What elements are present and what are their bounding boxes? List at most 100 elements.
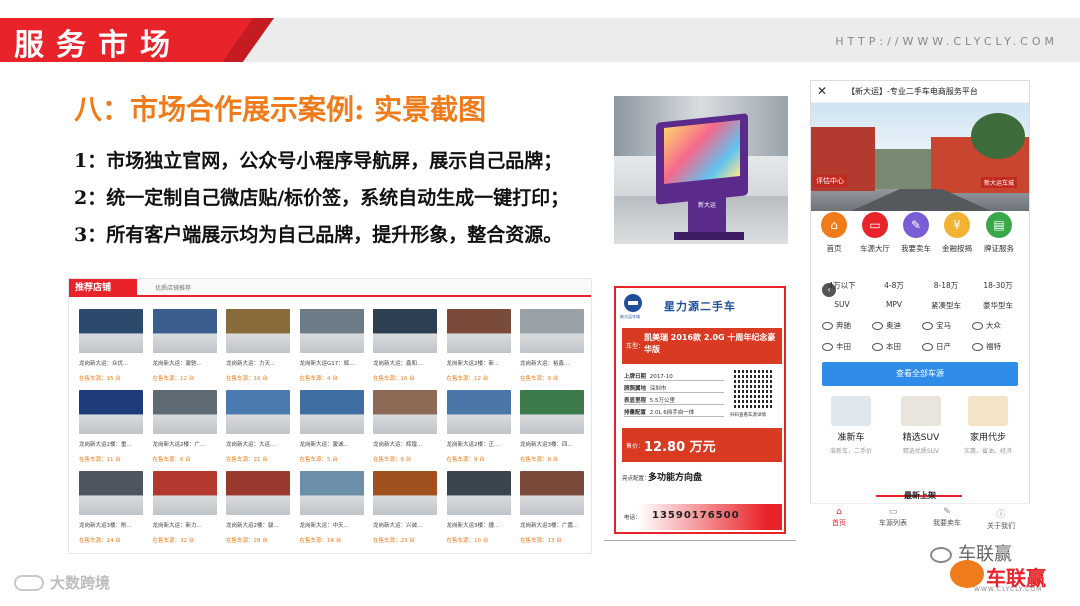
- store-count: 在售车源：9 台: [446, 457, 485, 463]
- store-card[interactable]: 龙岗新大运3楼：捷... 在售车源：10 台: [446, 471, 515, 547]
- store-name[interactable]: 龙岗新大运：鑫和...: [373, 359, 439, 367]
- type-filter-item[interactable]: 紧凑型车: [921, 300, 971, 311]
- store-name[interactable]: 龙岗新大运：骏驰...: [153, 359, 219, 367]
- store-card[interactable]: 龙岗新大运：大运... 在售车源：21 台: [226, 390, 294, 466]
- type-filter-item[interactable]: 豪华型车: [973, 300, 1023, 311]
- store-photo[interactable]: [226, 390, 290, 434]
- brand-filter-item[interactable]: 宝马: [922, 320, 951, 331]
- store-name[interactable]: 龙岗新大运2楼：广...: [153, 440, 219, 448]
- feature-card[interactable]: 精选SUV 精选优质SUV: [888, 396, 954, 455]
- store-card[interactable]: 龙岗新大运3楼：削... 在售车源：14 台: [79, 471, 147, 547]
- store-name[interactable]: 龙岗新大运2楼：正...: [447, 440, 513, 448]
- store-name[interactable]: 龙岗新大运2楼：重...: [79, 440, 145, 448]
- quick-icon-1[interactable]: ▭ 车源大厅: [855, 212, 895, 254]
- close-icon[interactable]: ✕: [817, 84, 827, 98]
- store-card[interactable]: 龙岗新大运：裕鑫... 在售车源：9 台: [520, 309, 588, 385]
- store-name[interactable]: 龙岗新大运3楼：广嘉...: [520, 521, 586, 529]
- type-filter-item[interactable]: SUV: [817, 300, 867, 309]
- brand-filter-item[interactable]: 大众: [972, 320, 1001, 331]
- store-card[interactable]: 龙岗新大运：鑫和... 在售车源：16 台: [373, 309, 441, 385]
- brand-filter-item[interactable]: 本田: [872, 341, 901, 352]
- store-card[interactable]: 龙岗新大运G17：辉... 在售车源：4 台: [299, 309, 368, 385]
- qr-code-icon[interactable]: [734, 368, 774, 408]
- store-photo[interactable]: [373, 309, 437, 353]
- store-photo[interactable]: [520, 390, 584, 434]
- header-url[interactable]: HTTP://WWW.CLYCLY.COM: [835, 35, 1058, 48]
- view-all-button[interactable]: 查看全部车源: [822, 362, 1018, 386]
- store-name[interactable]: 龙岗新大运2楼：新...: [447, 359, 513, 367]
- store-photo[interactable]: [152, 390, 217, 434]
- brand-filter-item[interactable]: 奥迪: [872, 320, 901, 331]
- store-card[interactable]: 龙岗新大运：兴诚... 在售车源：23 台: [373, 471, 441, 547]
- brand-filter-item[interactable]: 福特: [972, 341, 1001, 352]
- store-photo[interactable]: [79, 309, 143, 353]
- store-name[interactable]: 龙岗新大运：辉煌...: [373, 440, 439, 448]
- store-card[interactable]: 龙岗新大运2楼：广... 在售车源：6 台: [152, 390, 221, 466]
- feature-card[interactable]: 准新车 准新车，二手价: [818, 396, 884, 455]
- quick-icon-0[interactable]: ⌂ 首页: [814, 212, 854, 254]
- store-name[interactable]: 龙岗新大运2楼：骏...: [226, 521, 292, 529]
- price-filter-item[interactable]: 18-30万: [973, 280, 1023, 291]
- store-card[interactable]: 龙岗新大运2楼：正... 在售车源：9 台: [446, 390, 515, 466]
- brand-label: 福特: [986, 342, 1001, 351]
- store-name[interactable]: 龙岗新大运：新力...: [153, 521, 219, 529]
- store-count: 在售车源：9 台: [520, 376, 559, 382]
- quick-icon-4[interactable]: ▤ 牌证服务: [979, 212, 1019, 254]
- brand-filter-item[interactable]: 丰田: [822, 341, 851, 352]
- store-card[interactable]: 龙岗新大运：力天... 在售车源：16 台: [226, 309, 294, 385]
- store-card[interactable]: 龙岗新大运3楼：四... 在售车源：8 台: [520, 390, 588, 466]
- price-filter-item[interactable]: 4-8万: [869, 280, 919, 291]
- store-photo[interactable]: [520, 471, 584, 515]
- store-photo[interactable]: [446, 471, 511, 515]
- store-name[interactable]: 龙岗新大运：裕鑫...: [520, 359, 586, 367]
- store-photo[interactable]: [79, 471, 143, 515]
- store-photo[interactable]: [226, 309, 290, 353]
- store-card[interactable]: 龙岗新大运2楼：重... 在售车源：11 台: [79, 390, 147, 466]
- store-card[interactable]: 龙岗新大运：辉煌... 在售车源：8 台: [373, 390, 441, 466]
- store-card[interactable]: 龙岗新大运3楼：广嘉... 在售车源：13 台: [520, 471, 588, 547]
- store-card[interactable]: 龙岗新大运：骏诚... 在售车源：5 台: [299, 390, 368, 466]
- store-photo[interactable]: [152, 471, 217, 515]
- store-card[interactable]: 龙岗新大运2楼：新... 在售车源：12 台: [446, 309, 515, 385]
- store-photo[interactable]: [373, 471, 437, 515]
- store-card[interactable]: 龙岗新大运：骏驰... 在售车源：12 台: [152, 309, 221, 385]
- brand-filter-item[interactable]: 奔驰: [822, 320, 851, 331]
- store-panel-tab[interactable]: 推荐店铺: [69, 279, 137, 297]
- quick-icon-3[interactable]: ¥ 金融按揭: [937, 212, 977, 254]
- phone-banner[interactable]: 评估中心 新大运车城: [811, 103, 1029, 211]
- store-photo[interactable]: [520, 309, 584, 353]
- price-filter-item[interactable]: 4万以下: [817, 280, 867, 291]
- type-filter-item[interactable]: MPV: [869, 300, 919, 309]
- store-name[interactable]: 龙岗新大运3楼：捷...: [447, 521, 513, 529]
- store-photo[interactable]: [226, 471, 290, 515]
- store-name[interactable]: 龙岗新大运：力天...: [226, 359, 292, 367]
- store-name[interactable]: 龙岗新大运：中天...: [300, 521, 366, 529]
- store-photo[interactable]: [299, 309, 364, 353]
- store-name[interactable]: 龙岗新大运G17：辉...: [300, 359, 366, 367]
- tab-1[interactable]: ▭ 车源列表: [868, 507, 918, 528]
- tab-0[interactable]: ⌂ 首页: [814, 507, 864, 528]
- store-name[interactable]: 龙岗新大运3楼：削...: [79, 521, 145, 529]
- store-name[interactable]: 龙岗新大运：大运...: [226, 440, 292, 448]
- quick-icon-2[interactable]: ✎ 我要卖车: [896, 212, 936, 254]
- store-name[interactable]: 龙岗新大运：众优...: [79, 359, 145, 367]
- store-photo[interactable]: [446, 390, 511, 434]
- store-card[interactable]: 龙岗新大运：中天... 在售车源：14 台: [299, 471, 368, 547]
- store-photo[interactable]: [299, 390, 364, 434]
- store-photo[interactable]: [373, 390, 437, 434]
- tab-2[interactable]: ✎ 我要卖车: [922, 507, 972, 528]
- store-name[interactable]: 龙岗新大运：骏诚...: [300, 440, 366, 448]
- store-card[interactable]: 龙岗新大运：众优... 在售车源：15 台: [79, 309, 147, 385]
- store-card[interactable]: 龙岗新大运2楼：骏... 在售车源：28 台: [226, 471, 294, 547]
- store-name[interactable]: 龙岗新大运3楼：四...: [520, 440, 586, 448]
- store-card[interactable]: 龙岗新大运：新力... 在售车源：32 台: [152, 471, 221, 547]
- store-photo[interactable]: [299, 471, 364, 515]
- feature-card[interactable]: 家用代步 实惠、省油、经济: [955, 396, 1021, 455]
- store-name[interactable]: 龙岗新大运：兴诚...: [373, 521, 439, 529]
- store-photo[interactable]: [79, 390, 143, 434]
- store-photo[interactable]: [152, 309, 217, 353]
- price-filter-item[interactable]: 8-18万: [921, 280, 971, 291]
- store-photo[interactable]: [446, 309, 511, 353]
- tab-3[interactable]: ⓘ 关于我们: [976, 507, 1026, 531]
- brand-filter-item[interactable]: 日产: [922, 341, 951, 352]
